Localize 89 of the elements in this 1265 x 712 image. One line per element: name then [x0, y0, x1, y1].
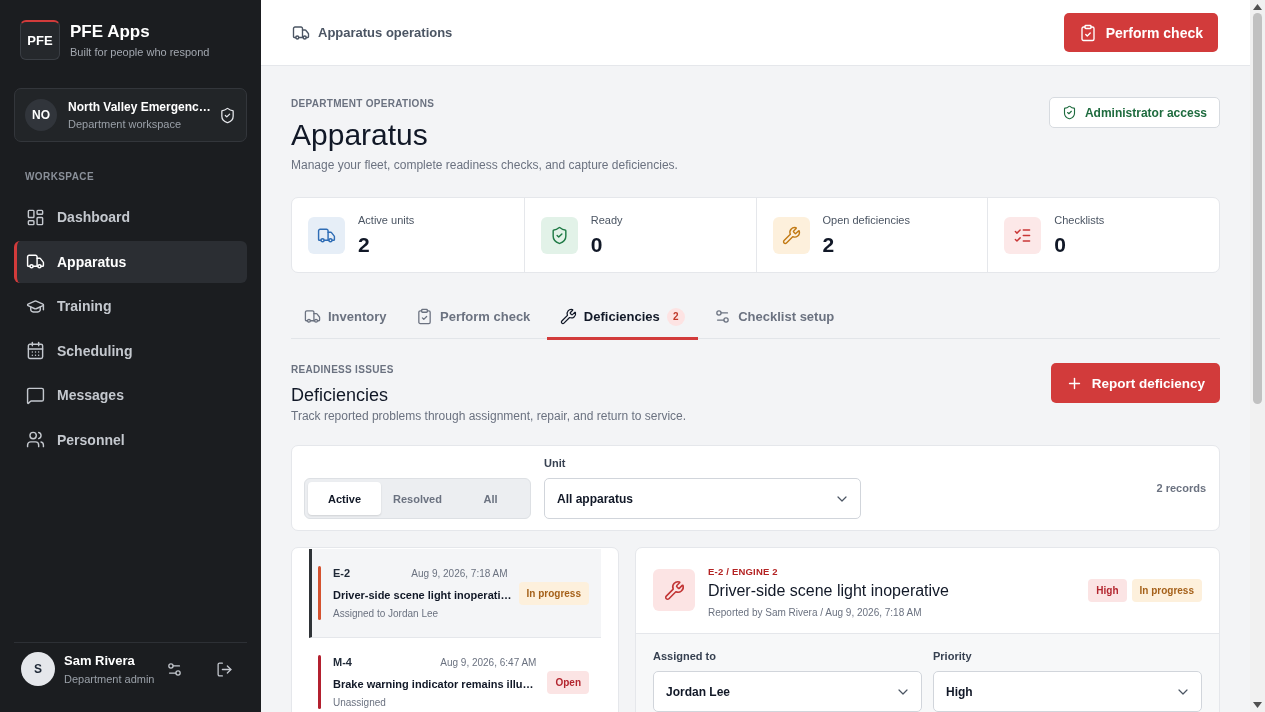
- truck-icon: [308, 216, 345, 254]
- select-field[interactable]: Jordan Lee: [653, 671, 922, 712]
- section-eyebrow: READINESS ISSUES: [291, 363, 395, 376]
- scroll-down-arrow-icon[interactable]: [1253, 702, 1262, 708]
- user-name: Sam Rivera: [64, 652, 136, 669]
- page-subtitle: Manage your fleet, complete readiness checks, and capture deficiencies.: [291, 157, 678, 173]
- unit-select[interactable]: All apparatus: [544, 478, 861, 519]
- brand-tagline: Built for people who respond: [70, 45, 210, 59]
- unit-code: E-2: [333, 566, 351, 580]
- priority-badge: High: [1088, 579, 1127, 602]
- logout-icon[interactable]: [216, 660, 233, 678]
- detail-unit: E-2 / ENGINE 2: [708, 566, 779, 578]
- deficiency-item[interactable]: E-2 Aug 9, 2026, 7:18 AM Driver-side scene light inoperati… Assigned to Jordan Lee In progress: [309, 549, 601, 638]
- field-label: Unit: [544, 456, 567, 470]
- layout-grid-icon: [26, 207, 45, 227]
- scrollbar-thumb[interactable]: [1253, 13, 1262, 404]
- brand-name: PFE Apps: [70, 22, 151, 42]
- detail-meta: Reported by Sam Rivera / Aug 9, 2026, 7:18 AM: [708, 606, 923, 619]
- count-badge: 2: [666, 307, 685, 326]
- speech-bubble-icon: [26, 385, 45, 405]
- header-title: Apparatus operations: [318, 25, 453, 40]
- access-button[interactable]: Administrator access: [1048, 97, 1220, 128]
- workspace-subtitle: Department workspace: [68, 117, 183, 131]
- filter-segment[interactable]: All: [454, 482, 527, 515]
- tab[interactable]: Inventory: [291, 296, 400, 340]
- status-badge: In progress: [1131, 579, 1202, 602]
- stat-label: Open deficiencies: [822, 212, 910, 227]
- record-count: 2 records: [1156, 481, 1207, 494]
- sliders-icon: [714, 308, 732, 325]
- page-eyebrow: DEPARTMENT OPERATIONS: [291, 97, 436, 110]
- deficiency-title: Brake warning indicator remains illu…: [333, 677, 535, 692]
- page-title: Apparatus: [291, 117, 429, 153]
- shield-check-icon: [219, 106, 236, 124]
- section-title: Deficiencies: [291, 384, 390, 407]
- clipboard-check-icon: [416, 308, 433, 325]
- tab[interactable]: Checklist setup: [701, 296, 848, 340]
- stat-value: 0: [1054, 231, 1067, 258]
- checklist-icon: [1004, 216, 1042, 254]
- nav-item[interactable]: Messages: [14, 374, 247, 417]
- stat-label: Ready: [590, 212, 623, 227]
- field-label: Priority: [933, 649, 973, 663]
- workspace-name: North Valley Emergenc…: [68, 99, 208, 115]
- tab[interactable]: Deficiencies 2: [546, 296, 698, 340]
- report-date: Aug 9, 2026, 6:47 AM: [440, 656, 537, 670]
- filter-segment[interactable]: Active: [308, 482, 381, 515]
- workspace-switcher[interactable]: NO North Valley Emergenc… Department workspace: [14, 88, 247, 142]
- status-badge: Open: [547, 670, 589, 694]
- user-avatar: S: [21, 652, 55, 686]
- nav-item[interactable]: Apparatus: [14, 240, 247, 283]
- report-date: Aug 9, 2026, 7:18 AM: [411, 567, 508, 581]
- people-icon: [26, 430, 45, 450]
- logo: PFE: [20, 20, 60, 60]
- section-subtitle: Track reported problems through assignment, repair, and return to service.: [291, 408, 687, 424]
- status-badge: In progress: [518, 581, 589, 605]
- wrench-icon: [772, 216, 810, 254]
- stat-label: Checklists: [1054, 212, 1105, 227]
- nav-item[interactable]: Training: [14, 285, 247, 328]
- nav-item[interactable]: Scheduling: [14, 329, 247, 372]
- shield-check-icon: [540, 216, 578, 254]
- section-label: WORKSPACE: [24, 171, 95, 183]
- scroll-up-arrow-icon[interactable]: [1253, 4, 1262, 10]
- select-field[interactable]: High: [933, 671, 1202, 712]
- wrench-icon: [559, 308, 577, 325]
- tab[interactable]: Perform check: [403, 296, 544, 340]
- assignee-text: Unassigned: [333, 696, 387, 709]
- stat-value: 0: [590, 231, 604, 258]
- workspace-avatar: NO: [25, 99, 57, 131]
- calendar-icon: [26, 341, 45, 361]
- assignee-text: Assigned to Jordan Lee: [333, 607, 440, 620]
- filter-segment[interactable]: Resolved: [381, 482, 454, 515]
- stat-value: 2: [358, 231, 371, 258]
- unit-code: M-4: [333, 655, 352, 669]
- deficiency-item[interactable]: M-4 Aug 9, 2026, 6:47 AM Brake warning indicator remains illu… Unassigned Open: [309, 638, 601, 712]
- truck-icon: [292, 23, 310, 42]
- field-label: Assigned to: [653, 649, 717, 663]
- detail-title: Driver-side scene light inoperative: [708, 581, 949, 601]
- report-deficiency-button[interactable]: Report deficiency: [1050, 363, 1220, 403]
- sliders-icon[interactable]: [166, 660, 183, 678]
- clipboard-check-icon: [1078, 23, 1097, 42]
- shield-check-icon: [1061, 105, 1077, 120]
- stat-value: 2: [822, 231, 836, 258]
- user-role: Department admin: [64, 671, 156, 686]
- nav-item[interactable]: Dashboard: [14, 196, 247, 239]
- nav-item[interactable]: Personnel: [14, 418, 247, 461]
- stat-label: Active units: [358, 212, 415, 227]
- wrench-icon: [653, 569, 695, 611]
- perform-check-button[interactable]: Perform check: [1063, 13, 1218, 52]
- truck-icon: [26, 252, 45, 272]
- truck-icon: [304, 308, 321, 325]
